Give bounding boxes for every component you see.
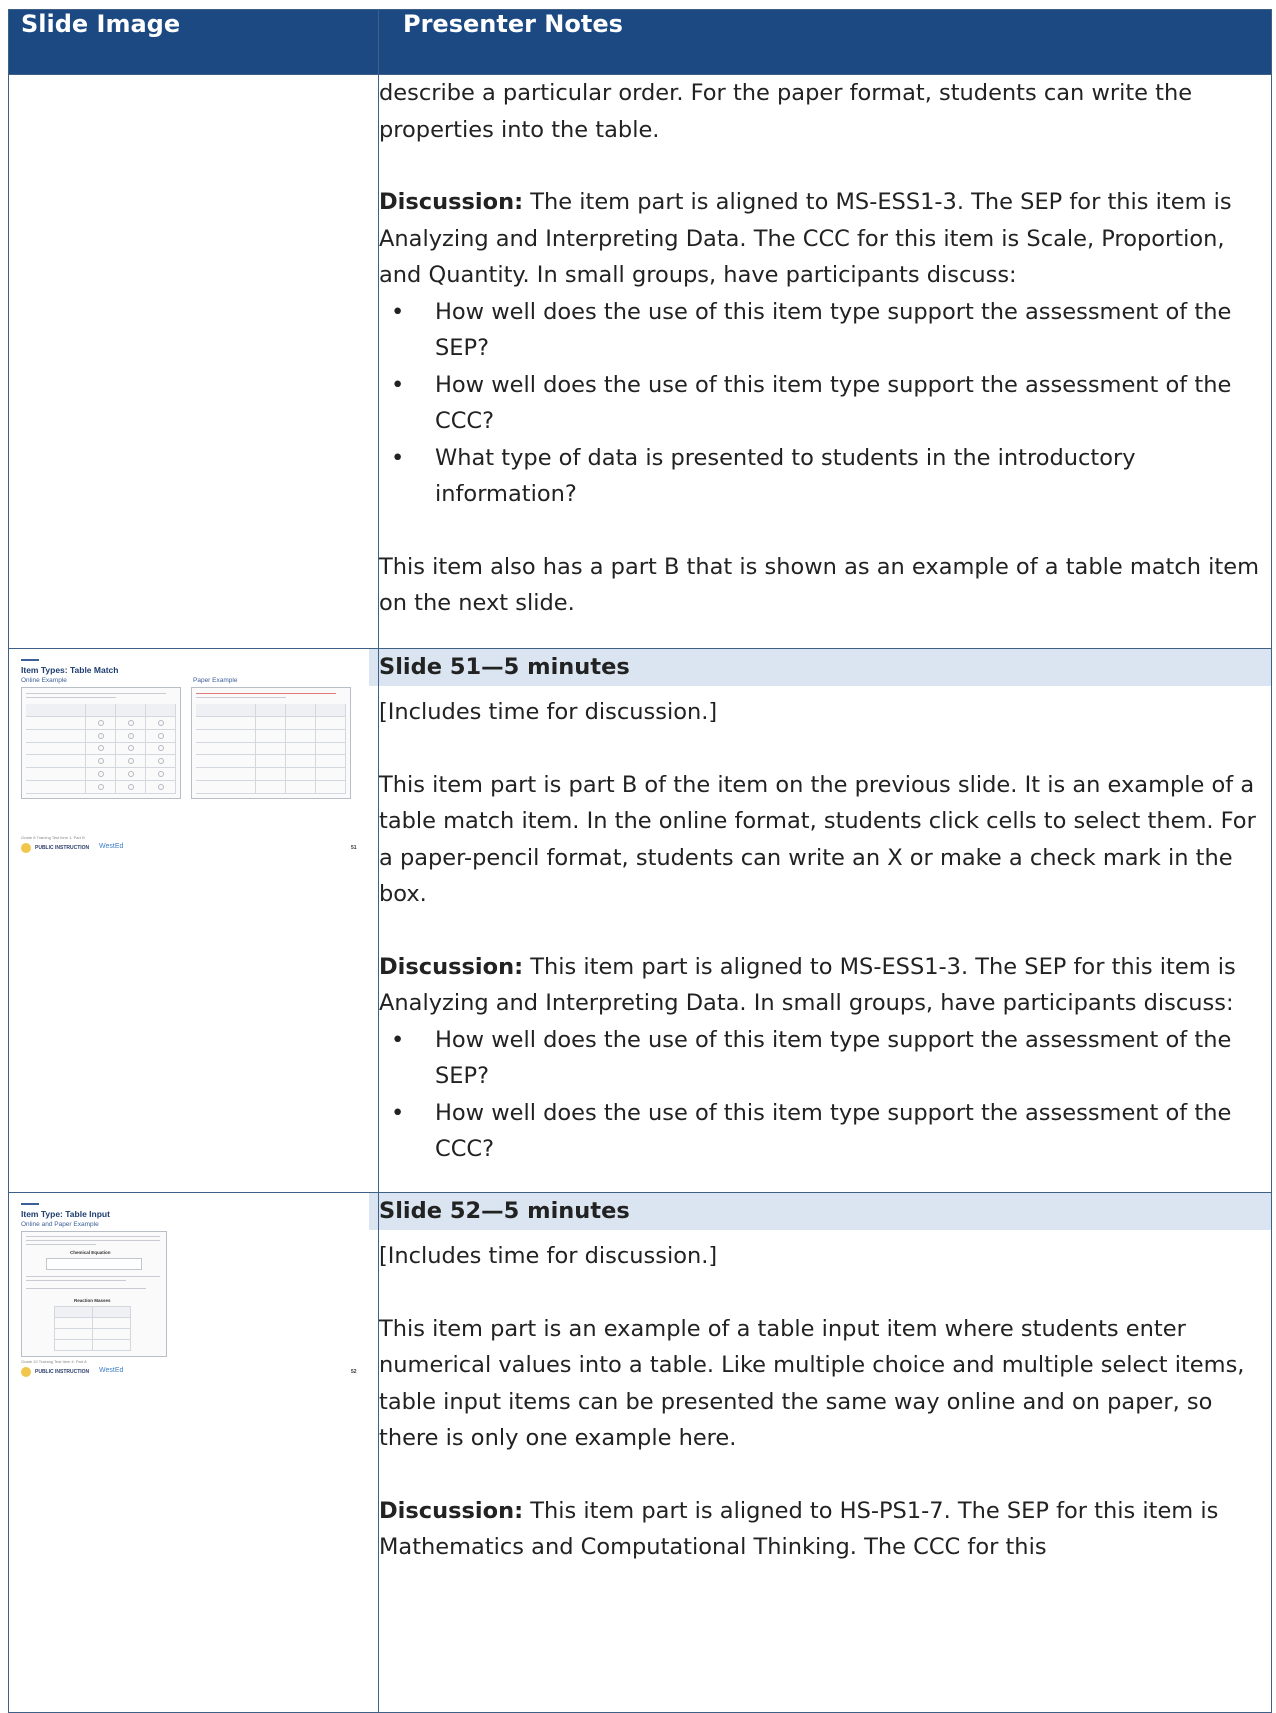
slide-thumbnail: Item Types: Table Match Online Example P…	[17, 655, 367, 855]
thumb-footer: Grade 8 Training Test Item 1: Part B	[21, 835, 85, 840]
header-presenter-notes: Presenter Notes	[378, 9, 1272, 75]
thumb-table-label: Reaction Masses	[74, 1298, 111, 1303]
thumb-page-number: 51	[351, 845, 357, 851]
thumb-input-table	[54, 1306, 131, 1351]
notes-paragraph: [Includes time for discussion.]	[379, 1243, 718, 1269]
thumb-paper-table	[191, 687, 351, 799]
notes-cell: describe a particular order. For the pap…	[378, 74, 1272, 649]
thumb-page-number: 52	[351, 1369, 357, 1375]
thumb-online-label: Online Example	[21, 677, 67, 684]
notes-cell: Slide 51—5 minutes [Includes time for di…	[369, 648, 1272, 1193]
slide-heading: Slide 52—5 minutes	[369, 1193, 1271, 1230]
presenter-notes-table: Slide Image Presenter Notes describe a p…	[8, 9, 1272, 1713]
notes-paragraph: describe a particular order. For the pap…	[379, 80, 1193, 143]
table-row: describe a particular order. For the pap…	[8, 74, 1272, 649]
discussion-label: Discussion:	[379, 1497, 524, 1524]
notes-paragraph: This item also has a part B that is show…	[379, 553, 1259, 617]
notes-paragraph: [Includes time for discussion.]	[379, 699, 718, 725]
slide-heading: Slide 51—5 minutes	[369, 649, 1271, 686]
slide-thumbnail: Item Type: Table Input Online and Paper …	[17, 1199, 367, 1399]
table-row: Item Type: Table Input Online and Paper …	[8, 1192, 1272, 1713]
list-item: What type of data is presented to studen…	[379, 440, 1271, 513]
thumb-equation	[46, 1258, 142, 1270]
document-page: Slide Image Presenter Notes describe a p…	[8, 0, 1276, 1713]
notes-paragraph: This item part is part B of the item on …	[379, 771, 1256, 908]
slide-image-cell: Item Types: Table Match Online Example P…	[8, 648, 379, 1193]
discussion-paragraph: Discussion: This item part is aligned to…	[379, 949, 1271, 1022]
discussion-paragraph: Discussion: This item part is aligned to…	[379, 1493, 1271, 1566]
dpi-logo-icon	[21, 843, 31, 853]
thumb-title: Item Types: Table Match	[21, 665, 119, 675]
thumb-accent-bar	[21, 659, 39, 661]
slide-image-cell: Item Type: Table Input Online and Paper …	[8, 1192, 379, 1713]
thumb-logo-text: PUBLIC INSTRUCTION	[35, 845, 90, 851]
list-item: How well does the use of this item type …	[379, 1022, 1271, 1095]
list-item: How well does the use of this item type …	[379, 1095, 1271, 1168]
table-row: Item Types: Table Match Online Example P…	[8, 648, 1272, 1193]
list-item: How well does the use of this item type …	[379, 367, 1271, 440]
thumb-title: Item Type: Table Input	[21, 1209, 110, 1219]
table-header-row: Slide Image Presenter Notes	[8, 9, 1272, 75]
dpi-logo-icon	[21, 1367, 31, 1377]
discussion-label: Discussion:	[379, 189, 524, 215]
slide-image-cell-empty	[8, 74, 379, 649]
notes-cell: Slide 52—5 minutes [Includes time for di…	[369, 1192, 1272, 1713]
thumb-paper-label: Paper Example	[193, 677, 238, 684]
wested-logo: WestEd	[99, 1367, 124, 1374]
discussion-paragraph: Discussion: The item part is aligned to …	[379, 184, 1271, 294]
thumb-footer: Grade 10 Training Test Item 4: Part A	[21, 1359, 87, 1364]
thumb-item-box: Chemical Equation Reaction Masses	[21, 1231, 167, 1357]
wested-logo: WestEd	[99, 843, 124, 850]
header-slide-image: Slide Image	[8, 9, 379, 75]
list-item: How well does the use of this item type …	[379, 294, 1271, 367]
discussion-label: Discussion:	[379, 953, 524, 980]
bullet-list: How well does the use of this item type …	[379, 294, 1271, 513]
thumb-eq-label: Chemical Equation	[70, 1250, 111, 1255]
thumb-logo-text: PUBLIC INSTRUCTION	[35, 1369, 90, 1375]
thumb-sub-label: Online and Paper Example	[21, 1221, 99, 1228]
notes-paragraph: This item part is an example of a table …	[379, 1315, 1245, 1452]
thumb-online-table	[21, 687, 181, 799]
bullet-list: How well does the use of this item type …	[379, 1022, 1271, 1168]
thumb-accent-bar	[21, 1203, 39, 1205]
